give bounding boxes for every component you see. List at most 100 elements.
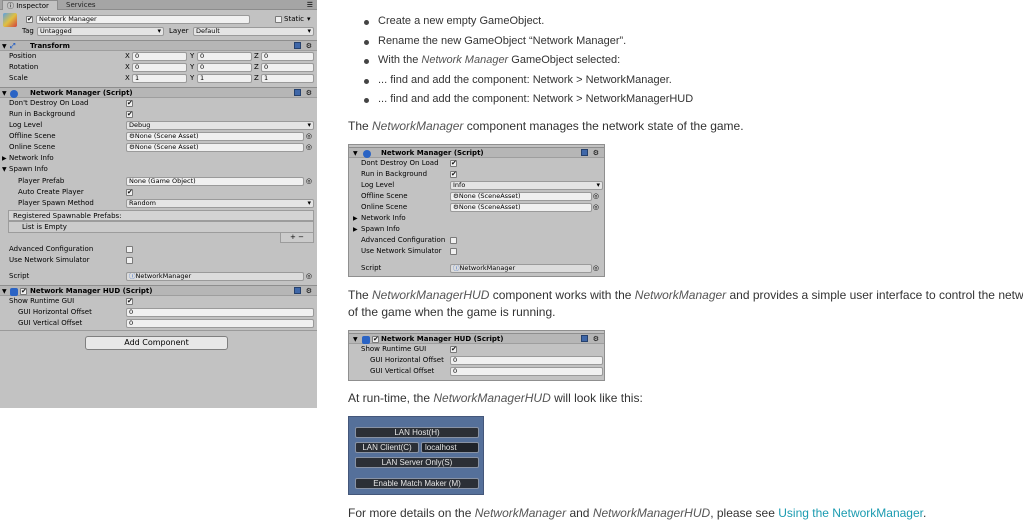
gameobject-active-checkbox[interactable]: ✔ xyxy=(26,16,33,23)
dont-destroy-checkbox[interactable]: ✔ xyxy=(126,100,133,107)
gui-horizontal-offset-field[interactable]: 0 xyxy=(126,308,314,317)
tab-menu-icon[interactable]: ☰ xyxy=(307,1,313,9)
object-picker-icon: ◎ xyxy=(592,203,599,211)
y-axis-label: Y xyxy=(190,52,195,60)
auto-create-player-label: Auto Create Player xyxy=(18,188,84,196)
step-text: GameObject selected: xyxy=(508,54,621,66)
doc-script-value: NetworkManager xyxy=(459,264,516,272)
use-network-simulator-checkbox[interactable] xyxy=(126,257,133,264)
use-network-simulator-label: Use Network Simulator xyxy=(9,256,90,264)
client-address-input[interactable]: localhost xyxy=(421,442,479,453)
lan-server-only-button[interactable]: LAN Server Only(S) xyxy=(355,457,479,468)
player-spawn-method-dropdown[interactable]: Random xyxy=(126,199,314,208)
doc-gui-horizontal-offset-field: 0 xyxy=(450,356,603,365)
position-z-field[interactable]: 0 xyxy=(261,52,314,61)
doc-nm-header: ▼ Network Manager (Script) ⚙ xyxy=(349,147,604,158)
tab-services[interactable]: Services xyxy=(62,0,100,10)
advanced-config-checkbox[interactable] xyxy=(126,246,133,253)
tab-inspector[interactable]: ⓘ Inspector xyxy=(2,0,58,10)
online-scene-field[interactable]: ⚙None (Scene Asset) xyxy=(126,143,304,152)
script-info-icon xyxy=(10,90,18,98)
scale-x-field[interactable]: 1 xyxy=(132,74,187,83)
log-level-dropdown[interactable]: Debug xyxy=(126,121,314,130)
run-in-background-checkbox[interactable]: ✔ xyxy=(126,111,133,118)
transform-header[interactable]: ▼ ⤢ Transform ⚙ xyxy=(0,40,317,51)
object-picker-icon: ◎ xyxy=(592,264,599,272)
object-picker-icon[interactable]: ◎ xyxy=(306,131,312,142)
spawn-info-foldout[interactable]: ▼ Spawn Info xyxy=(0,164,317,175)
tag-dropdown[interactable]: Untagged xyxy=(37,27,164,36)
help-book-icon[interactable] xyxy=(294,89,302,96)
player-prefab-field[interactable]: None (Game Object) xyxy=(126,177,304,186)
position-y-field[interactable]: 0 xyxy=(197,52,252,61)
list-empty-label: List is Empty xyxy=(22,223,67,231)
rotation-x-field[interactable]: 0 xyxy=(132,63,187,72)
doc-gui-horizontal-offset-label: GUI Horizontal Offset xyxy=(370,356,444,364)
position-x-field[interactable]: 0 xyxy=(132,52,187,61)
list-add-remove-buttons[interactable]: + − xyxy=(280,233,314,243)
script-field[interactable]: ⓘNetworkManager xyxy=(126,272,304,281)
fold-arrow-icon[interactable]: ▼ xyxy=(2,164,7,175)
static-dropdown-icon[interactable]: ▾ xyxy=(307,14,311,25)
text: and xyxy=(566,506,593,520)
rotation-z-field[interactable]: 0 xyxy=(261,63,314,72)
text: will look like this: xyxy=(550,391,643,405)
help-book-icon[interactable] xyxy=(294,42,302,49)
list-item: ... find and add the component: Network … xyxy=(364,71,693,91)
gui-vertical-offset-field[interactable]: 0 xyxy=(126,319,314,328)
paragraph-network-manager-hud-line2: of the game when the game is running. xyxy=(348,305,556,319)
auto-create-player-checkbox[interactable]: ✔ xyxy=(126,189,133,196)
rotation-y-field[interactable]: 0 xyxy=(197,63,252,72)
text-em: NetworkManager xyxy=(372,119,464,133)
advanced-config-label: Advanced Configuration xyxy=(9,245,94,253)
step-text: With the xyxy=(378,54,422,66)
lan-client-button[interactable]: LAN Client(C) xyxy=(355,442,419,453)
network-manager-header[interactable]: ▼ Network Manager (Script) ⚙ xyxy=(0,87,317,98)
hud-script-icon xyxy=(10,288,18,296)
component-gear-icon[interactable]: ⚙ xyxy=(306,89,314,97)
component-gear-icon[interactable]: ⚙ xyxy=(306,42,314,50)
doc-online-scene-label: Online Scene xyxy=(361,203,408,211)
dont-destroy-label: Don't Destroy On Load xyxy=(9,99,89,107)
using-network-manager-link[interactable]: Using the NetworkManager xyxy=(778,506,923,520)
component-gear-icon[interactable]: ⚙ xyxy=(306,287,314,295)
static-checkbox[interactable] xyxy=(275,16,282,23)
doc-dont-destroy-label: Dont Destroy On Load xyxy=(361,159,439,167)
layer-dropdown[interactable]: Default xyxy=(193,27,314,36)
enable-match-maker-button[interactable]: Enable Match Maker (M) xyxy=(355,478,479,489)
text: , please see xyxy=(710,506,779,520)
help-book-icon[interactable] xyxy=(294,287,302,294)
fold-arrow-right-icon[interactable]: ▶ xyxy=(2,153,7,164)
scale-y-field[interactable]: 1 xyxy=(197,74,252,83)
show-runtime-gui-checkbox[interactable]: ✔ xyxy=(126,298,133,305)
gui-horizontal-offset-label: GUI Horizontal Offset xyxy=(18,308,92,316)
paragraph-more-details: For more details on the NetworkManager a… xyxy=(348,505,926,522)
add-component-button[interactable]: Add Component xyxy=(85,336,228,350)
divider xyxy=(0,330,317,331)
network-info-foldout[interactable]: ▶ Network Info xyxy=(0,153,317,164)
list-item: Rename the new GameObject “Network Manag… xyxy=(364,32,693,52)
doc-gui-vertical-offset-label: GUI Vertical Offset xyxy=(370,367,435,375)
y-axis-label: Y xyxy=(190,74,195,82)
registered-prefabs-list: List is Empty xyxy=(8,221,314,233)
player-prefab-label: Player Prefab xyxy=(18,177,65,185)
object-picker-icon[interactable]: ◎ xyxy=(306,271,312,282)
network-manager-hud-header[interactable]: ▼ ✔ Network Manager HUD (Script) ⚙ xyxy=(0,285,317,296)
help-book-icon xyxy=(581,149,589,156)
spawn-info-label: Spawn Info xyxy=(9,165,48,173)
position-label: Position xyxy=(9,52,37,60)
object-picker-icon[interactable]: ◎ xyxy=(306,176,312,187)
lan-host-button[interactable]: LAN Host(H) xyxy=(355,427,479,438)
doc-log-level-label: Log Level xyxy=(361,181,395,189)
object-picker-icon[interactable]: ◎ xyxy=(306,142,312,153)
scale-z-field[interactable]: 1 xyxy=(261,74,314,83)
show-runtime-gui-label: Show Runtime GUI xyxy=(9,297,75,305)
fold-arrow-right-icon: ▶ xyxy=(353,215,358,222)
gameobject-name-field[interactable]: Network Manager xyxy=(36,15,250,24)
doc-run-in-background-label: Run in Background xyxy=(361,170,428,178)
offline-scene-field[interactable]: ⚙None (Scene Asset) xyxy=(126,132,304,141)
component-gear-icon: ⚙ xyxy=(592,149,601,157)
script-label: Script xyxy=(9,272,30,280)
z-axis-label: Z xyxy=(254,74,259,82)
hud-enabled-checkbox[interactable]: ✔ xyxy=(20,288,27,295)
